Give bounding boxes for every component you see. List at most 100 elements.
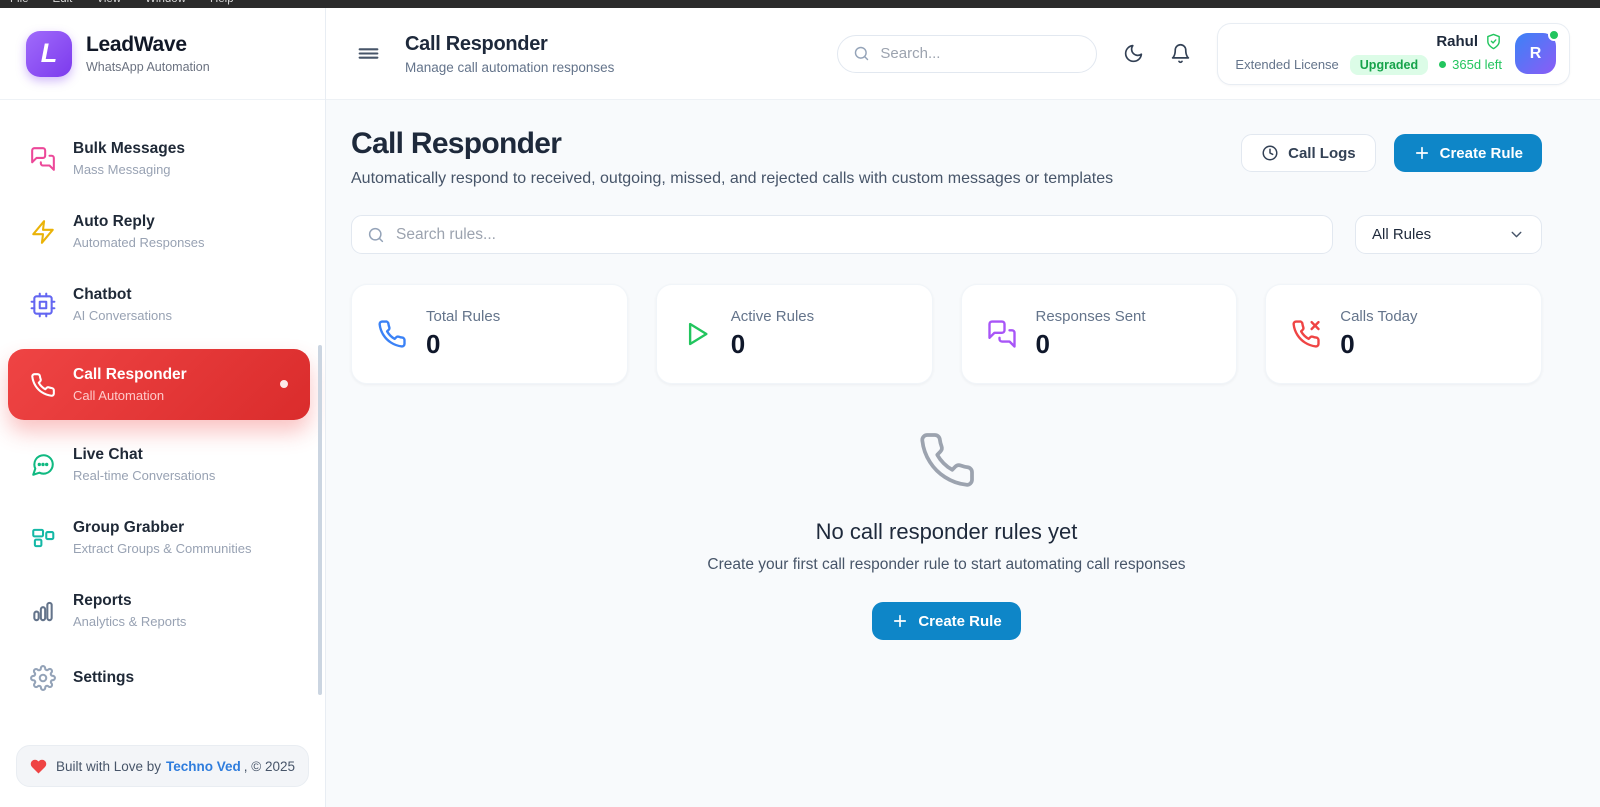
sidebar-item-call-responder[interactable]: Call Responder Call Automation xyxy=(8,349,310,420)
search-icon xyxy=(367,226,385,244)
footer-copyright: , © 2025 xyxy=(243,758,296,774)
phone-icon xyxy=(917,430,977,490)
sidebar-item-group-grabber[interactable]: Group Grabber Extract Groups & Communiti… xyxy=(16,509,309,566)
sidebar-item-chatbot[interactable]: Chatbot AI Conversations xyxy=(16,276,309,333)
sidebar-item-label: Settings xyxy=(73,669,135,686)
footer-text: Built with Love by xyxy=(55,758,162,774)
stat-label: Calls Today xyxy=(1340,308,1418,325)
sidebar-scrollbar[interactable] xyxy=(318,345,322,695)
stat-value: 0 xyxy=(730,329,746,359)
sidebar-item-sublabel: Call Automation xyxy=(73,388,165,403)
stat-label: Total Rules xyxy=(426,308,501,325)
user-name: Rahul xyxy=(1436,32,1478,50)
app-tagline: WhatsApp Automation xyxy=(86,60,210,74)
phone-icon xyxy=(377,319,407,349)
chat-dots-icon xyxy=(30,452,56,478)
stat-card-calls-today: Calls Today 0 xyxy=(1265,284,1542,384)
bar-chart-icon xyxy=(30,598,56,624)
stat-label: Responses Sent xyxy=(1035,308,1146,325)
header-title: Call Responder xyxy=(405,32,548,55)
stats-row: Total Rules 0 Active Rules 0 Responses S… xyxy=(351,284,1542,384)
search-icon xyxy=(853,45,870,62)
heart-icon xyxy=(30,758,47,775)
active-indicator-dot xyxy=(280,380,288,388)
menubar-edit[interactable]: Edit xyxy=(53,0,73,5)
global-search[interactable] xyxy=(837,34,1098,73)
sidebar-item-label: Live Chat xyxy=(73,446,143,463)
empty-state-title: No call responder rules yet xyxy=(815,519,1078,544)
green-dot xyxy=(1439,61,1447,68)
create-rule-button[interactable]: Create Rule xyxy=(872,602,1021,640)
blocks-icon xyxy=(30,525,56,551)
stat-value: 0 xyxy=(1035,329,1050,359)
online-status-dot xyxy=(1548,29,1560,41)
rules-search-input[interactable] xyxy=(396,225,1317,244)
chat-bubbles-icon xyxy=(987,319,1017,349)
sidebar-item-sublabel: Analytics & Reports xyxy=(73,614,187,629)
sidebar-item-bulk-messages[interactable]: Bulk Messages Mass Messaging xyxy=(16,130,309,187)
missed-call-icon xyxy=(1291,319,1321,349)
techno-ved-link[interactable]: Techno Ved xyxy=(166,759,241,774)
app-name: LeadWave xyxy=(86,33,187,56)
rules-filter-value: All Rules xyxy=(1372,226,1432,243)
create-rule-button[interactable]: Create Rule xyxy=(1393,134,1542,172)
chevron-down-icon xyxy=(1508,226,1525,243)
global-search-input[interactable] xyxy=(880,45,1082,62)
chip-icon xyxy=(30,292,56,318)
sidebar-nav: Bulk Messages Mass Messaging Auto Reply … xyxy=(0,100,325,807)
notifications-bell-icon[interactable] xyxy=(1170,43,1191,64)
os-menubar: File Edit View Window Help xyxy=(0,0,1600,8)
upgraded-badge: Upgraded xyxy=(1349,54,1429,75)
dark-mode-toggle-moon-icon[interactable] xyxy=(1123,43,1144,64)
sidebar-item-sublabel: Mass Messaging xyxy=(73,162,171,177)
hamburger-menu-icon[interactable] xyxy=(356,41,381,66)
rules-filter-dropdown[interactable]: All Rules xyxy=(1355,215,1542,254)
empty-state-description: Create your first call responder rule to… xyxy=(707,556,1186,573)
sidebar: L LeadWave WhatsApp Automation Bulk Mess… xyxy=(0,8,326,807)
menubar-view[interactable]: View xyxy=(96,0,121,5)
rules-search[interactable] xyxy=(351,215,1333,254)
topbar: Call Responder Manage call automation re… xyxy=(326,8,1600,100)
play-icon xyxy=(682,319,712,349)
sidebar-item-label: Auto Reply xyxy=(73,213,155,230)
stat-value: 0 xyxy=(426,329,441,359)
main-content: Call Responder Automatically respond to … xyxy=(326,100,1600,807)
license-days-left: 365d left xyxy=(1439,57,1502,72)
menubar-window[interactable]: Window xyxy=(145,0,186,5)
sidebar-item-label: Chatbot xyxy=(73,286,132,303)
sidebar-item-label: Bulk Messages xyxy=(73,140,185,157)
sidebar-item-auto-reply[interactable]: Auto Reply Automated Responses xyxy=(16,203,309,260)
account-card[interactable]: Rahul Extended License Upgraded 365d lef… xyxy=(1217,22,1570,85)
gear-icon xyxy=(30,665,56,691)
page-subtitle: Automatically respond to received, outgo… xyxy=(351,170,1114,187)
sidebar-item-label: Reports xyxy=(73,592,132,609)
license-type: Extended License xyxy=(1235,57,1339,72)
avatar[interactable]: R xyxy=(1515,29,1560,74)
app-logo: L LeadWave WhatsApp Automation xyxy=(0,8,325,100)
clock-icon xyxy=(1261,144,1279,162)
phone-icon xyxy=(30,372,56,398)
menubar-help[interactable]: Help xyxy=(210,0,234,5)
sidebar-footer: Built with Love by Techno Ved , © 2025 xyxy=(16,745,309,787)
verified-shield-icon xyxy=(1485,33,1502,50)
page-title: Call Responder xyxy=(351,127,562,160)
menubar-file[interactable]: File xyxy=(10,0,29,5)
sidebar-item-live-chat[interactable]: Live Chat Real-time Conversations xyxy=(16,436,309,493)
stat-card-responses-sent: Responses Sent 0 xyxy=(960,284,1238,384)
lightning-icon xyxy=(30,219,56,245)
leadwave-logo-icon: L xyxy=(26,30,72,77)
sidebar-item-sublabel: Real-time Conversations xyxy=(73,468,216,483)
stat-value: 0 xyxy=(1340,329,1355,359)
stat-card-total-rules: Total Rules 0 xyxy=(351,284,628,384)
chat-bubbles-icon xyxy=(30,146,56,172)
sidebar-item-label: Group Grabber xyxy=(73,519,185,536)
plus-icon xyxy=(891,612,909,630)
sidebar-item-settings[interactable]: Settings xyxy=(16,655,309,701)
header-subtitle: Manage call automation responses xyxy=(405,59,615,75)
sidebar-item-reports[interactable]: Reports Analytics & Reports xyxy=(16,582,309,639)
call-logs-button[interactable]: Call Logs xyxy=(1241,134,1376,172)
empty-state: No call responder rules yet Create your … xyxy=(351,430,1542,640)
sidebar-item-sublabel: AI Conversations xyxy=(73,308,172,323)
sidebar-item-label: Call Responder xyxy=(73,366,187,383)
plus-icon xyxy=(1413,144,1431,162)
